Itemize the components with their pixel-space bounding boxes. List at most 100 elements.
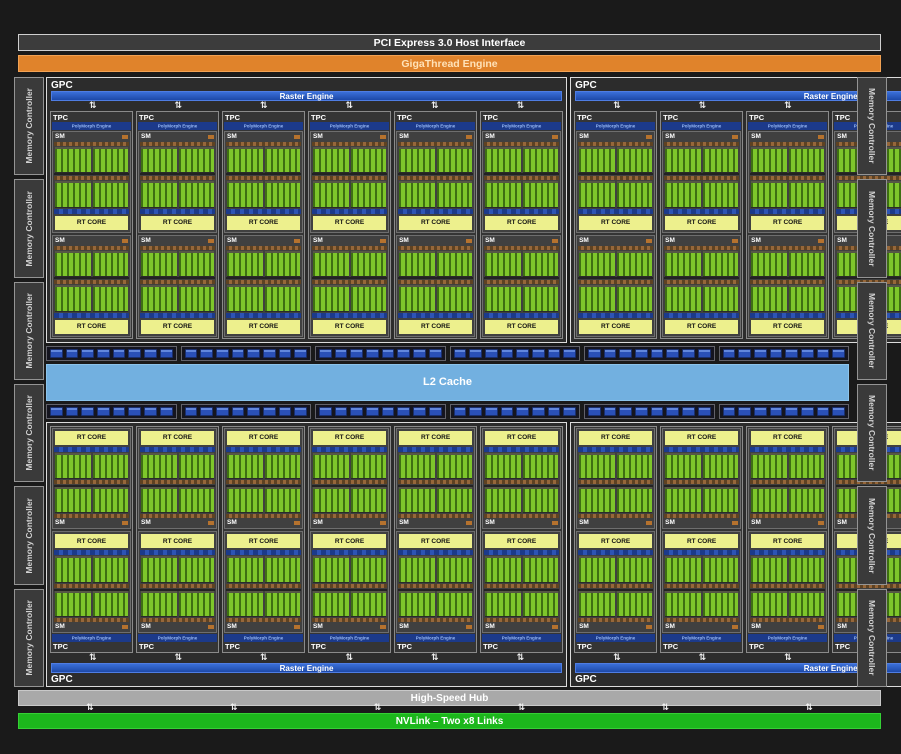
tpc-row: TPC PolyMorph Engine SM RT CORE SM RT CORE TPC…: [574, 425, 901, 653]
memory-interface-dash: [144, 406, 157, 416]
sm-header: SM: [750, 133, 825, 141]
cuda-core-block: [616, 285, 653, 312]
core-array-lower: [578, 285, 653, 312]
memory-interface-dash: [428, 348, 442, 358]
rt-core: RT CORE: [485, 319, 559, 334]
core-array-lower: [398, 452, 473, 479]
tpc-label: TPC: [577, 113, 593, 122]
updown-arrow-icon: ⇅: [345, 100, 354, 111]
register-file-divider: [226, 173, 302, 176]
cuda-core-block: [579, 285, 615, 312]
texture-unit-bar: [312, 550, 388, 556]
sm-label: SM: [141, 133, 151, 140]
cuda-core-block: [55, 147, 91, 174]
texture-unit-bar: [312, 446, 388, 452]
cuda-core-block: [178, 147, 215, 174]
memory-interface-dash: [738, 406, 751, 416]
polymorph-engine-label: PolyMorph Engine: [329, 635, 370, 641]
core-array-lower: [140, 556, 215, 583]
cuda-core-block: [522, 590, 559, 617]
cuda-core-block: [751, 556, 787, 583]
sm-block: SM RT CORE: [224, 427, 304, 530]
core-array-lower: [312, 556, 387, 583]
rt-core-label: RT CORE: [420, 219, 451, 227]
memory-interface-dash: [722, 348, 736, 358]
texture-unit-bar: [484, 446, 560, 452]
cuda-core-block: [702, 452, 739, 479]
tpc-label: TPC: [53, 113, 68, 122]
texture-unit-bar: [226, 208, 302, 214]
cuda-core-block: [485, 452, 521, 479]
sm-stack: SM RT CORE SM RT CORE: [396, 131, 476, 337]
core-array-lower: [664, 556, 739, 583]
memory-interface-dash: [381, 348, 395, 358]
memory-interface-dash: [428, 406, 442, 416]
core-array-upper: [54, 486, 129, 514]
sm-stack: SM RT CORE SM RT CORE: [662, 427, 742, 633]
rt-core-label: RT CORE: [773, 219, 803, 227]
cuda-core-block: [616, 181, 653, 208]
register-file-divider: [54, 173, 130, 176]
updown-arrow-icon: ⇅: [431, 652, 439, 663]
cuda-core-block: [751, 250, 787, 278]
memory-interface-dash: [81, 348, 95, 358]
warp-scheduler-bar: [312, 479, 388, 484]
sm-header: SM: [54, 133, 129, 141]
memory-controller-label: Memory Controller: [24, 293, 34, 369]
sm-header-chip: [122, 238, 129, 243]
memory-interface-dash: [682, 406, 695, 416]
texture-unit-bar: [226, 312, 302, 318]
cuda-core-block: [141, 486, 177, 514]
warp-scheduler-bar: [312, 142, 388, 146]
memory-interface-dash: [65, 348, 79, 358]
memory-interface-dash: [294, 406, 307, 416]
core-array-lower: [54, 181, 129, 208]
memory-controller-label: Memory Controller: [867, 88, 877, 164]
rt-core-label: RT CORE: [76, 219, 107, 227]
rt-core: RT CORE: [227, 319, 301, 334]
tpc-arrow-cell: ⇅: [574, 653, 660, 663]
memory-interface-dash: [366, 406, 379, 416]
sm-label: SM: [227, 133, 237, 140]
sm-header: SM: [140, 133, 215, 141]
warp-scheduler-bar: [398, 142, 474, 146]
tpc-arrow-cell: ⇅: [478, 653, 564, 663]
memory-controller-box: Memory Controller: [14, 179, 44, 278]
core-array-upper: [484, 486, 559, 514]
cuda-core-block: [264, 452, 301, 479]
warp-scheduler-bar: [750, 142, 826, 146]
core-array-upper: [312, 590, 387, 617]
memory-interface-dash: [650, 406, 664, 416]
updown-arrow-icon: ⇅: [805, 702, 813, 713]
memory-interface-dash: [832, 406, 845, 416]
updown-arrow-icon: ⇅: [174, 652, 183, 663]
core-array-lower: [578, 181, 653, 208]
sm-stack: SM RT CORE SM RT CORE: [482, 131, 562, 337]
cuda-core-block: [702, 590, 739, 617]
texture-unit-bar: [484, 208, 560, 214]
memory-interface-dash: [278, 406, 292, 416]
sm-block: SM RT CORE: [482, 427, 562, 530]
tpc-arrow-cell: ⇅: [574, 101, 660, 111]
cuda-core-block: [178, 556, 215, 583]
texture-unit-bar: [140, 312, 216, 318]
memory-interface-dash: [50, 406, 63, 416]
updown-arrow-icon: ⇅: [260, 100, 268, 111]
cuda-core-block: [313, 486, 349, 514]
sm-header-chip: [732, 521, 739, 526]
sm-block: SM RT CORE: [52, 131, 132, 233]
core-array-lower: [750, 556, 825, 583]
cuda-core-block: [485, 147, 521, 174]
sm-label: SM: [313, 519, 323, 527]
sm-block: SM RT CORE: [576, 234, 656, 337]
raster-engine-label: Raster Engine: [279, 663, 334, 673]
sm-label: SM: [55, 236, 65, 244]
cuda-core-block: [178, 486, 215, 514]
cuda-core-block: [616, 486, 653, 514]
sm-header: SM: [54, 237, 129, 245]
cuda-core-block: [436, 486, 473, 514]
sm-block: SM RT CORE: [52, 531, 132, 633]
cuda-core-block: [751, 452, 787, 479]
warp-scheduler-bar: [54, 583, 130, 588]
rt-core: RT CORE: [55, 319, 129, 334]
